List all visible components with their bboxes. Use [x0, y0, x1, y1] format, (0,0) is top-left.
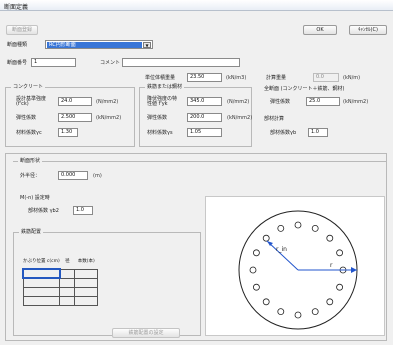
table-row[interactable]	[22, 268, 98, 279]
col-diameter-header: 径	[65, 259, 70, 265]
table-cell[interactable]	[59, 295, 76, 306]
table-cell[interactable]	[59, 268, 76, 279]
cancel-button[interactable]: ｷｬﾝｾﾙ(C)	[349, 25, 387, 35]
r-in-label: r_in	[276, 246, 287, 253]
table-header-row: かぶり位置 c(cm) 径 本数(本)	[23, 255, 98, 269]
mn-group-title: M(-n) 設定時	[20, 195, 50, 201]
table-cell[interactable]	[59, 286, 76, 297]
design-strength-unit: (N/mm2)	[96, 99, 119, 105]
rebar-factor-input[interactable]: 1.05	[187, 128, 222, 137]
yield-input[interactable]: 345.0	[187, 97, 222, 106]
outer-radius-arrowhead	[351, 267, 357, 273]
title-bar: 断面定義	[0, 0, 393, 11]
rebar-circle	[311, 224, 319, 232]
design-strength-input[interactable]: 24.0	[58, 97, 92, 106]
diameter-label: 外半径：	[20, 173, 41, 179]
total-elastic-unit: (kN/mm2)	[343, 99, 369, 105]
unit-weight-unit: (kN/m3)	[226, 75, 247, 81]
design-strength-label: 設計基準強度 (f'ck)	[16, 96, 47, 107]
member-group-title: 部材計算	[264, 116, 285, 122]
rebar-circle	[262, 298, 270, 306]
mn-factor-label: 部材係数 γb2	[28, 208, 59, 214]
member-factor-input[interactable]: 1.0	[308, 128, 328, 137]
mn-factor-input[interactable]: 1.0	[73, 206, 93, 215]
rebar-material-group-title: 鉄筋または鋼材	[145, 84, 185, 91]
total-group-title: 全断面 (コンクリート＋鉄筋、鋼材)	[264, 86, 345, 92]
rebar-circle	[336, 283, 344, 291]
rebar-circle	[336, 249, 344, 257]
elastic-unit: (kN/mm2)	[96, 115, 122, 121]
comment-input[interactable]	[122, 58, 240, 67]
r-label: r	[330, 262, 333, 269]
rebar-circle	[277, 224, 285, 232]
circular-section-svg: r_in r	[238, 210, 358, 330]
table-cell[interactable]	[22, 286, 61, 297]
rebar-circle	[277, 308, 285, 315]
section-number-input[interactable]: 1	[31, 58, 76, 67]
rebar-elastic-unit: (kN/mm2)	[227, 115, 253, 121]
elastic-label: 弾性係数	[16, 115, 37, 121]
rebar-circle	[294, 221, 302, 229]
table-cell[interactable]	[22, 268, 61, 279]
table-cell[interactable]	[59, 277, 76, 288]
concrete-group-title: コンクリート	[11, 84, 46, 91]
rebar-circle	[249, 266, 257, 274]
table-row[interactable]	[22, 286, 98, 297]
total-elastic-label: 弾性係数	[270, 99, 291, 105]
diameter-input[interactable]: 0.000	[58, 171, 88, 180]
rebar-circle	[253, 249, 260, 257]
material-factor-input[interactable]: 1.30	[58, 128, 78, 137]
rebar-group-title: 鉄筋配置	[19, 229, 44, 236]
table-cell[interactable]	[22, 295, 61, 306]
rebar-circle	[326, 298, 334, 306]
diameter-unit: (m)	[93, 173, 102, 179]
geometry-group-title: 断面形状	[18, 158, 43, 165]
window-title: 断面定義	[4, 4, 29, 11]
table-cell[interactable]	[74, 286, 98, 297]
rebar-circle	[311, 308, 319, 315]
table-cell[interactable]	[74, 268, 98, 279]
total-elastic-input[interactable]: 25.0	[306, 97, 340, 106]
rebar-factor-label: 材料係数γs	[147, 130, 173, 136]
calc-weight-value: 0.0	[313, 73, 339, 82]
rebar-circle	[294, 311, 302, 319]
chevron-down-icon[interactable]: ▼	[143, 42, 151, 48]
elastic-input[interactable]: 2.500	[58, 113, 92, 122]
table-cell[interactable]	[22, 277, 61, 288]
rebar-elastic-input[interactable]: 200.0	[187, 113, 222, 122]
unit-weight-label: 単位体積重量	[145, 75, 176, 81]
section-type-select[interactable]: RC円形断面 ▼	[45, 40, 153, 49]
rebar-circle	[253, 283, 260, 291]
calc-weight-label: 計算重量	[266, 75, 287, 81]
yield-label: 降伏強度の特性値 f'yk	[147, 96, 178, 107]
rebar-circle	[262, 234, 270, 242]
calc-weight-unit: (kN/m)	[343, 75, 361, 81]
unit-weight-input[interactable]: 23.50	[187, 73, 222, 82]
register-button[interactable]: 断面登録	[6, 25, 38, 35]
rebar-table[interactable]: かぶり位置 c(cm) 径 本数(本)	[22, 255, 98, 306]
table-cell[interactable]	[74, 295, 98, 306]
table-row[interactable]	[22, 277, 98, 288]
table-row[interactable]	[22, 295, 98, 306]
member-factor-label: 部材係数γb	[270, 130, 297, 136]
rebar-edit-button[interactable]: 鉄筋配置の設定	[112, 328, 180, 338]
yield-unit: (N/mm2)	[227, 99, 250, 105]
section-number-label: 断面番号	[7, 60, 28, 66]
table-cell[interactable]	[74, 277, 98, 288]
section-type-label: 断面種類	[7, 42, 28, 48]
col-cover-header: かぶり位置 c(cm)	[23, 259, 60, 264]
rebar-elastic-label: 弾性係数	[147, 115, 168, 121]
section-diagram: r_in r	[205, 196, 385, 336]
rebar-circle	[326, 234, 334, 242]
col-count-header: 本数(本)	[77, 259, 95, 265]
material-factor-label: 材料係数γc	[16, 130, 42, 136]
section-type-value: RC円形断面	[47, 42, 142, 48]
comment-label: コメント	[100, 60, 121, 66]
ok-button[interactable]: OK	[303, 25, 337, 35]
